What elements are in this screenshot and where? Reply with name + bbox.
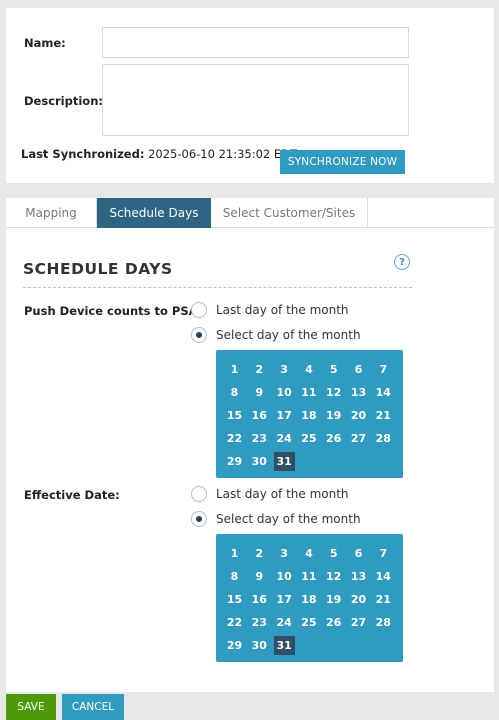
save-button[interactable]: SAVE bbox=[6, 694, 56, 720]
push-day-24[interactable]: 24 bbox=[274, 429, 295, 448]
push-day-18[interactable]: 18 bbox=[298, 406, 319, 425]
effective-day-7[interactable]: 7 bbox=[373, 544, 394, 563]
tab-schedule-days[interactable]: Schedule Days bbox=[97, 198, 211, 228]
push-day-12[interactable]: 12 bbox=[323, 383, 344, 402]
push-day-27[interactable]: 27 bbox=[348, 429, 369, 448]
push-device-counts-label: Push Device counts to PSA: bbox=[24, 304, 203, 318]
push-day-6[interactable]: 6 bbox=[348, 360, 369, 379]
effective-day-2[interactable]: 2 bbox=[249, 544, 270, 563]
push-last-day-label: Last day of the month bbox=[216, 303, 349, 317]
last-sync-value: 2025-06-10 21:35:02 EDT bbox=[148, 147, 298, 161]
push-select-day-radio[interactable] bbox=[191, 327, 207, 343]
effective-day-4[interactable]: 4 bbox=[298, 544, 319, 563]
push-day-26[interactable]: 26 bbox=[323, 429, 344, 448]
push-day-2[interactable]: 2 bbox=[249, 360, 270, 379]
push-last-day-radio[interactable] bbox=[191, 302, 207, 318]
push-day-19[interactable]: 19 bbox=[323, 406, 344, 425]
effective-day-12[interactable]: 12 bbox=[323, 567, 344, 586]
push-day-4[interactable]: 4 bbox=[298, 360, 319, 379]
push-day-16[interactable]: 16 bbox=[249, 406, 270, 425]
description-label: Description: bbox=[24, 94, 103, 108]
push-day-7[interactable]: 7 bbox=[373, 360, 394, 379]
tab-bar: Mapping Schedule Days Select Customer/Si… bbox=[6, 198, 494, 228]
effective-last-day-label: Last day of the month bbox=[216, 487, 349, 501]
push-day-picker: 1 2 3 4 5 6 7 8 9 10 11 12 13 14 15 16 17 18 19 20 21 22 23 24 2… bbox=[216, 350, 403, 478]
effective-day-3[interactable]: 3 bbox=[274, 544, 295, 563]
effective-select-day-label: Select day of the month bbox=[216, 512, 361, 526]
name-label: Name: bbox=[24, 36, 66, 50]
push-day-15[interactable]: 15 bbox=[224, 406, 245, 425]
effective-select-day-radio[interactable] bbox=[191, 511, 207, 527]
section-divider bbox=[23, 287, 412, 288]
push-day-8[interactable]: 8 bbox=[224, 383, 245, 402]
synchronize-now-button[interactable]: SYNCHRONIZE NOW bbox=[280, 150, 405, 174]
effective-last-day-radio[interactable] bbox=[191, 486, 207, 502]
effective-day-5[interactable]: 5 bbox=[323, 544, 344, 563]
push-day-14[interactable]: 14 bbox=[373, 383, 394, 402]
push-day-22[interactable]: 22 bbox=[224, 429, 245, 448]
push-day-9[interactable]: 9 bbox=[249, 383, 270, 402]
effective-day-20[interactable]: 20 bbox=[348, 590, 369, 609]
effective-day-1[interactable]: 1 bbox=[224, 544, 245, 563]
effective-day-18[interactable]: 18 bbox=[298, 590, 319, 609]
push-day-1[interactable]: 1 bbox=[224, 360, 245, 379]
push-day-23[interactable]: 23 bbox=[249, 429, 270, 448]
push-day-31[interactable]: 31 bbox=[273, 452, 295, 471]
effective-day-31[interactable]: 31 bbox=[273, 636, 295, 655]
effective-day-25[interactable]: 25 bbox=[298, 613, 319, 632]
last-sync-label: Last Synchronized: bbox=[21, 147, 145, 161]
effective-day-17[interactable]: 17 bbox=[274, 590, 295, 609]
push-day-25[interactable]: 25 bbox=[298, 429, 319, 448]
effective-day-picker: 1 2 3 4 5 6 7 8 9 10 11 12 13 14 15 16 17 18 19 20 21 22 23 24 2… bbox=[216, 534, 403, 662]
effective-day-11[interactable]: 11 bbox=[298, 567, 319, 586]
effective-day-29[interactable]: 29 bbox=[224, 636, 245, 655]
effective-day-13[interactable]: 13 bbox=[348, 567, 369, 586]
effective-day-8[interactable]: 8 bbox=[224, 567, 245, 586]
effective-day-28[interactable]: 28 bbox=[373, 613, 394, 632]
tab-select-customer-sites[interactable]: Select Customer/Sites bbox=[211, 198, 368, 228]
effective-day-15[interactable]: 15 bbox=[224, 590, 245, 609]
help-icon[interactable]: ? bbox=[394, 254, 410, 270]
effective-day-10[interactable]: 10 bbox=[274, 567, 295, 586]
push-day-17[interactable]: 17 bbox=[274, 406, 295, 425]
tab-mapping[interactable]: Mapping bbox=[6, 198, 97, 228]
push-day-3[interactable]: 3 bbox=[274, 360, 295, 379]
section-title: SCHEDULE DAYS bbox=[23, 260, 173, 278]
push-day-21[interactable]: 21 bbox=[373, 406, 394, 425]
effective-day-21[interactable]: 21 bbox=[373, 590, 394, 609]
effective-day-9[interactable]: 9 bbox=[249, 567, 270, 586]
push-day-11[interactable]: 11 bbox=[298, 383, 319, 402]
push-day-10[interactable]: 10 bbox=[274, 383, 295, 402]
effective-day-23[interactable]: 23 bbox=[249, 613, 270, 632]
push-day-5[interactable]: 5 bbox=[323, 360, 344, 379]
description-field[interactable] bbox=[102, 64, 409, 136]
last-sync-row: Last Synchronized: 2025-06-10 21:35:02 E… bbox=[21, 147, 297, 161]
effective-day-24[interactable]: 24 bbox=[274, 613, 295, 632]
push-day-13[interactable]: 13 bbox=[348, 383, 369, 402]
connection-form-panel: Name: Description: Last Synchronized: 20… bbox=[6, 8, 494, 183]
effective-day-30[interactable]: 30 bbox=[249, 636, 270, 655]
effective-day-6[interactable]: 6 bbox=[348, 544, 369, 563]
push-select-day-label: Select day of the month bbox=[216, 328, 361, 342]
push-day-28[interactable]: 28 bbox=[373, 429, 394, 448]
push-day-29[interactable]: 29 bbox=[224, 452, 245, 471]
effective-day-16[interactable]: 16 bbox=[249, 590, 270, 609]
effective-day-27[interactable]: 27 bbox=[348, 613, 369, 632]
effective-day-14[interactable]: 14 bbox=[373, 567, 394, 586]
effective-day-22[interactable]: 22 bbox=[224, 613, 245, 632]
effective-date-label: Effective Date: bbox=[24, 488, 120, 502]
push-day-20[interactable]: 20 bbox=[348, 406, 369, 425]
schedule-panel: Mapping Schedule Days Select Customer/Si… bbox=[6, 198, 494, 692]
push-day-30[interactable]: 30 bbox=[249, 452, 270, 471]
name-field[interactable] bbox=[102, 27, 409, 58]
effective-day-19[interactable]: 19 bbox=[323, 590, 344, 609]
effective-day-26[interactable]: 26 bbox=[323, 613, 344, 632]
cancel-button[interactable]: CANCEL bbox=[62, 694, 124, 720]
